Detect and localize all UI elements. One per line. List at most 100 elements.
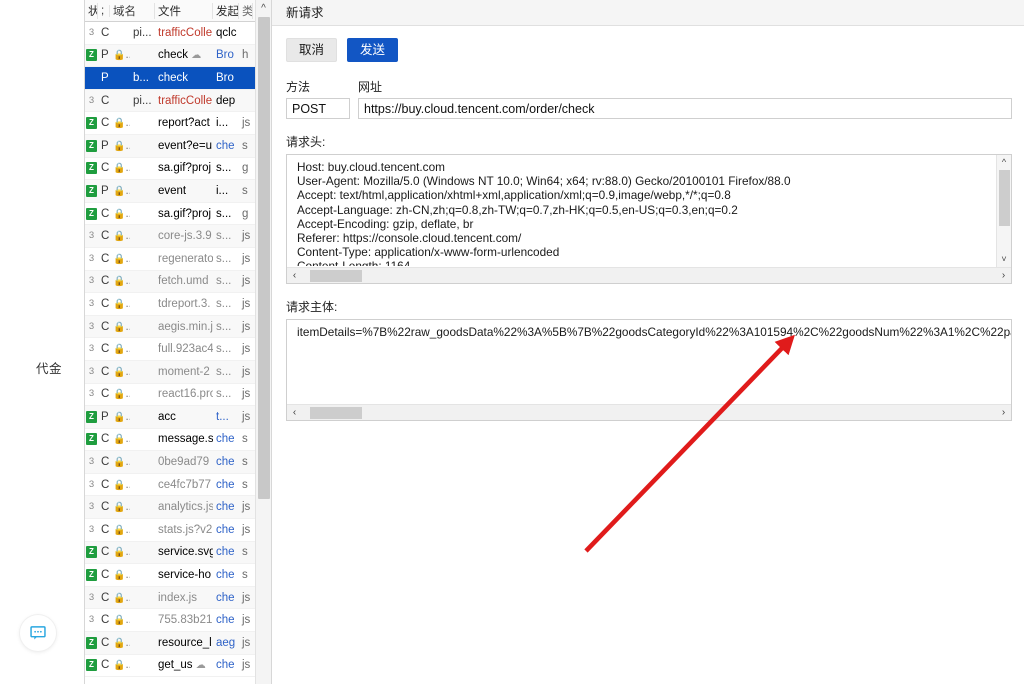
- cell-file: react16.pro: [158, 388, 213, 401]
- request-body-text[interactable]: itemDetails=%7B%22raw_goodsData%22%3A%5B…: [287, 320, 1011, 403]
- cell-file: index.js: [158, 591, 197, 604]
- table-row[interactable]: ZC🔒..service.svgches2 K1: [85, 541, 271, 565]
- status-badge-icon: 3: [88, 94, 95, 106]
- headers-vertical-scrollbar[interactable]: ^ ˅: [996, 155, 1011, 267]
- table-row[interactable]: ZP🔒..check ☁Broh39.1: [85, 44, 271, 68]
- table-row[interactable]: ZP🔒..eventi...s1.581: [85, 180, 271, 203]
- request-body-box[interactable]: itemDetails=%7B%22raw_goodsData%22%3A%5B…: [286, 319, 1012, 421]
- column-type[interactable]: 类: [239, 2, 253, 19]
- method-input[interactable]: [286, 98, 350, 119]
- body-horizontal-scrollbar[interactable]: ‹ ›: [287, 404, 1011, 420]
- chevron-up-icon[interactable]: ^: [256, 0, 271, 16]
- lock-icon: 🔒: [113, 479, 126, 491]
- table-row[interactable]: ZC🔒..get_us ☁chejs7862: [85, 655, 271, 678]
- table-row[interactable]: 3C🔒..tdreport.3.s...js已缓0: [85, 293, 271, 316]
- scrollbar-track[interactable]: [302, 268, 996, 284]
- table-row[interactable]: 3C🔒..moment-2s...js已缓0: [85, 360, 271, 384]
- table-row[interactable]: ZC🔒..sa.gif?projs...g3634: [85, 203, 271, 226]
- column-file[interactable]: 文件: [155, 2, 213, 19]
- table-row[interactable]: ZC🔒..sa.gif?projs...g3634: [85, 158, 271, 181]
- cell-file: analytics.js: [158, 501, 213, 514]
- table-row[interactable]: ZC🔒..service-hoches1.991: [85, 564, 271, 587]
- table-row[interactable]: 3C🔒..react16.pros...js已缓0: [85, 384, 271, 407]
- cell-type: s: [242, 139, 248, 152]
- cell-type: js: [242, 117, 251, 130]
- table-row[interactable]: ZC🔒..report?acti...js2855: [85, 112, 271, 135]
- cell-status: 3: [85, 321, 98, 333]
- table-row[interactable]: ZC🔒..message.sches1.445: [85, 429, 271, 452]
- method-label: 方法: [286, 80, 311, 94]
- cell-method: C: [101, 456, 110, 469]
- chevron-right-icon[interactable]: ›: [996, 270, 1011, 281]
- table-row[interactable]: Pb... check Bro: [85, 67, 271, 90]
- cancel-button[interactable]: 取消: [286, 38, 338, 62]
- cell-initiator: che: [216, 659, 235, 672]
- scrollbar-track[interactable]: [302, 405, 996, 421]
- table-row[interactable]: 3C🔒..0be9ad79ches已缓1: [85, 451, 271, 474]
- table-row[interactable]: 3C🔒..stats.js?v2.chejs已缓0: [85, 519, 271, 542]
- scrollbar-thumb[interactable]: [310, 269, 362, 282]
- request-headers-text[interactable]: Host: buy.cloud.tencent.com User-Agent: …: [287, 155, 1011, 266]
- scrollbar-thumb[interactable]: [258, 17, 270, 499]
- cell-type: js: [242, 501, 251, 514]
- status-badge-icon: 3: [88, 478, 95, 490]
- table-row[interactable]: 3C🔒..regeneratos...js已缓0: [85, 248, 271, 271]
- cell-status: Z: [85, 49, 98, 62]
- request-headers-label: 请求头:: [286, 135, 326, 149]
- cell-type: js: [242, 410, 251, 423]
- lock-icon: 🔒: [113, 50, 126, 62]
- send-button[interactable]: 发送: [347, 38, 399, 62]
- network-list-scrollbar[interactable]: ^: [255, 0, 271, 684]
- cell-type: s: [242, 478, 248, 491]
- scrollbar-thumb[interactable]: [310, 406, 362, 419]
- cell-method: C: [101, 501, 110, 514]
- lock-icon: 🔒..: [113, 230, 130, 243]
- headers-horizontal-scrollbar[interactable]: ‹ ›: [287, 267, 1011, 283]
- table-row[interactable]: 3C🔒..fetch.umds...js已缓0: [85, 270, 271, 294]
- chevron-left-icon[interactable]: ‹: [287, 270, 302, 281]
- chat-bubble-icon[interactable]: [20, 615, 56, 651]
- chevron-up-icon[interactable]: ^: [1002, 155, 1006, 170]
- table-row[interactable]: 3C🔒..analytics.jschejs已缓0: [85, 496, 271, 520]
- table-row[interactable]: 3C🔒..aegis.min.js...js已缓0: [85, 315, 271, 339]
- table-row[interactable]: ZP🔒..acct...js6803: [85, 406, 271, 429]
- column-status[interactable]: 状: [85, 2, 98, 19]
- table-row[interactable]: 3C🔒..full.923ac4s...js已缓0: [85, 338, 271, 361]
- cell-file: stats.js?v2.: [158, 523, 213, 536]
- cell-method: P: [101, 410, 109, 423]
- cell-status: 3: [85, 479, 98, 491]
- table-row[interactable]: ZC🔒..resource_laegjs10.05: [85, 632, 271, 655]
- column-initiator[interactable]: 发起: [213, 2, 239, 19]
- status-badge-icon: Z: [86, 569, 97, 582]
- status-badge-icon: 3: [88, 320, 95, 332]
- table-row[interactable]: 3C🔒..index.jschejs已缓0: [85, 586, 271, 610]
- cell-status: 3: [85, 230, 98, 242]
- table-row[interactable]: 3C🔒..755.83b21chejs已缓0: [85, 609, 271, 633]
- cell-type: js: [242, 343, 251, 356]
- lock-icon: 🔒: [113, 298, 126, 310]
- column-domain[interactable]: 域名: [110, 2, 155, 19]
- table-row[interactable]: 3C🔒..ce4fc7b77ches已缓5: [85, 474, 271, 497]
- status-badge-icon: 3: [88, 275, 95, 287]
- cell-status: Z: [85, 433, 98, 446]
- lock-icon: 🔒: [113, 389, 126, 401]
- table-row[interactable]: 3C🔒..core-js.3.9s...js已缓0: [85, 225, 271, 248]
- cell-file: full.923ac4: [158, 343, 213, 356]
- cell-initiator: i...: [216, 117, 229, 130]
- cell-type: h: [242, 49, 249, 62]
- scrollbar-thumb[interactable]: [999, 170, 1010, 226]
- cell-method: C: [101, 162, 110, 175]
- chevron-left-icon[interactable]: ‹: [287, 407, 302, 418]
- table-row[interactable]: ZP🔒..event?e=uches1.51: [85, 134, 271, 158]
- request-headers-box[interactable]: Host: buy.cloud.tencent.com User-Agent: …: [286, 154, 1012, 284]
- cell-file: resource_l: [158, 636, 212, 649]
- table-row[interactable]: 3Cpi...trafficColleqclcNS_: [85, 22, 271, 45]
- column-method[interactable]: ;: [98, 4, 110, 17]
- chevron-right-icon[interactable]: ›: [996, 407, 1011, 418]
- devtools-network-panel[interactable]: 状 ; 域名 文件 发起 类 传输 3Cpi...trafficColleqcl…: [84, 0, 272, 684]
- network-table-header: 状 ; 域名 文件 发起 类 传输: [85, 0, 271, 22]
- cell-method: C: [101, 230, 110, 243]
- table-row[interactable]: 3Cpi...trafficColledepNS_: [85, 89, 271, 113]
- url-input[interactable]: [358, 98, 1012, 119]
- chevron-down-icon[interactable]: ˅: [1001, 252, 1006, 267]
